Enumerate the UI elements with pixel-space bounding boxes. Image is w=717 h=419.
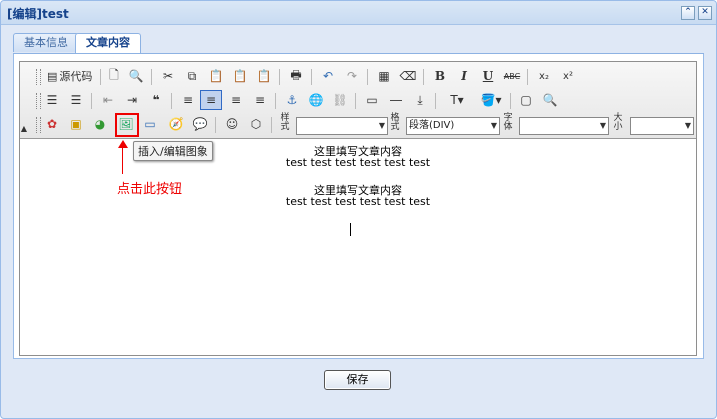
link-icon[interactable]: 🌐	[306, 90, 326, 110]
arrow-up-icon	[118, 140, 128, 148]
align-justify-icon[interactable]: ≡	[250, 90, 270, 110]
chevron-down-icon: ▼	[378, 121, 385, 130]
underline-icon[interactable]: U	[478, 66, 498, 86]
tab-strip: 基本信息 文章内容	[13, 33, 704, 54]
toolbar-separator	[151, 69, 152, 85]
flash-icon[interactable]: ✿	[42, 114, 62, 134]
select-all-icon[interactable]: ▦	[374, 66, 394, 86]
chevron-down-icon: ▼	[599, 121, 606, 130]
numbered-list-icon[interactable]: ☰	[42, 90, 62, 110]
font-label: 字体	[503, 113, 513, 132]
new-page-icon[interactable]: 🗋	[104, 66, 124, 86]
toolbar-separator	[275, 93, 276, 109]
text-caret	[350, 223, 351, 236]
toolbar-separator	[215, 117, 216, 133]
window-titlebar[interactable]: [编辑]test ⌃ ✕	[1, 1, 716, 25]
blockquote-icon[interactable]: ❝	[146, 90, 166, 110]
toolbar-separator	[527, 69, 528, 85]
special-char-icon[interactable]: ▭	[140, 114, 160, 134]
page-break-icon[interactable]: ⤓	[410, 90, 430, 110]
remove-format-icon[interactable]: ⌫	[398, 66, 418, 86]
superscript-icon[interactable]: x²	[558, 66, 578, 86]
redo-icon[interactable]: ↷	[342, 66, 362, 86]
format-label: 格式	[390, 113, 400, 132]
size-label: 大小	[613, 113, 623, 132]
preview-icon[interactable]: 🔍	[126, 66, 146, 86]
toolbar-separator	[271, 117, 272, 133]
chevron-down-icon: ▼	[490, 121, 497, 130]
restore-icon[interactable]: ⌃	[681, 6, 695, 20]
rich-text-editor: ▤ 源代码 🗋 🔍 ✂ ⧉ 📋 📋 📋 🖶 ↶ ↷ ▦ ⌫ B I U ABC …	[19, 61, 697, 356]
toolbar-separator	[435, 93, 436, 109]
size-select[interactable]: ▼	[630, 117, 694, 135]
toolbar-separator	[423, 69, 424, 85]
indent-icon[interactable]: ⇥	[122, 90, 142, 110]
font-select[interactable]: ▼	[519, 117, 609, 135]
subscript-icon[interactable]: x₂	[534, 66, 554, 86]
toolbar-separator	[91, 93, 92, 109]
toolbar-separator	[279, 69, 280, 85]
background-color-icon[interactable]: 🪣▾	[476, 90, 506, 110]
text-color-icon[interactable]: T▾	[442, 90, 472, 110]
chevron-down-icon: ▼	[684, 121, 691, 130]
source-button[interactable]: ▤ 源代码	[44, 67, 95, 85]
toolbar-separator	[355, 93, 356, 109]
tab-basic-info[interactable]: 基本信息	[13, 33, 79, 52]
toolbar-grip[interactable]	[36, 69, 41, 85]
unlink-icon[interactable]: ⛓	[330, 90, 350, 110]
outdent-icon[interactable]: ⇤	[98, 90, 118, 110]
toolbar-grip[interactable]	[36, 93, 41, 109]
tooltip: 插入/编辑图象	[133, 141, 213, 161]
source-icon: ▤	[47, 69, 58, 83]
comment-icon[interactable]: 💬	[190, 114, 210, 134]
paste-text-icon[interactable]: 📋	[230, 66, 250, 86]
insert-file-icon[interactable]: ◕	[90, 114, 110, 134]
smiley-icon[interactable]: ☺	[222, 114, 242, 134]
window-title: [编辑]test	[7, 7, 69, 21]
toolbar-separator	[510, 93, 511, 109]
style-label: 样式	[280, 113, 290, 132]
tab-article-content[interactable]: 文章内容	[75, 33, 141, 53]
horizontal-rule-icon[interactable]: ―	[386, 90, 406, 110]
italic-icon[interactable]: I	[454, 66, 474, 86]
cut-icon[interactable]: ✂	[158, 66, 178, 86]
copy-icon[interactable]: ⧉	[182, 66, 202, 86]
bulleted-list-icon[interactable]: ☰	[66, 90, 86, 110]
align-center-icon[interactable]: ≡	[200, 90, 222, 110]
style-select[interactable]: ▼	[296, 117, 388, 135]
save-button[interactable]: 保存	[324, 370, 391, 390]
flash-object-icon[interactable]: 🧭	[166, 114, 186, 134]
align-left-icon[interactable]: ≡	[178, 90, 198, 110]
annotation-text: 点击此按钮	[117, 182, 183, 197]
toolbar-separator	[311, 69, 312, 85]
show-blocks-icon[interactable]: 🔍	[540, 90, 560, 110]
media-icon[interactable]: ▣	[66, 114, 86, 134]
maximize-icon[interactable]: ▢	[516, 90, 536, 110]
close-icon[interactable]: ✕	[698, 6, 712, 20]
highlight-box	[115, 113, 139, 137]
align-right-icon[interactable]: ≡	[226, 90, 246, 110]
source-label: 源代码	[59, 70, 93, 83]
format-select[interactable]: 段落(DIV) ▼	[406, 117, 500, 135]
bold-icon[interactable]: B	[430, 66, 450, 86]
template-icon[interactable]: ⬡	[246, 114, 266, 134]
table-icon[interactable]: ▭	[362, 90, 382, 110]
anchor-icon[interactable]: ⚓	[282, 90, 302, 110]
toolbar-grip[interactable]	[36, 117, 41, 133]
annotation-arrow	[122, 146, 123, 174]
undo-icon[interactable]: ↶	[318, 66, 338, 86]
toolbar-separator	[367, 69, 368, 85]
print-icon[interactable]: 🖶	[286, 66, 306, 86]
collapse-toolbar-icon[interactable]: ▲	[20, 118, 28, 138]
paste-word-icon[interactable]: 📋	[254, 66, 274, 86]
toolbar-separator	[100, 69, 101, 85]
paste-icon[interactable]: 📋	[206, 66, 226, 86]
toolbar-separator	[171, 93, 172, 109]
strikethrough-icon[interactable]: ABC	[502, 66, 522, 86]
